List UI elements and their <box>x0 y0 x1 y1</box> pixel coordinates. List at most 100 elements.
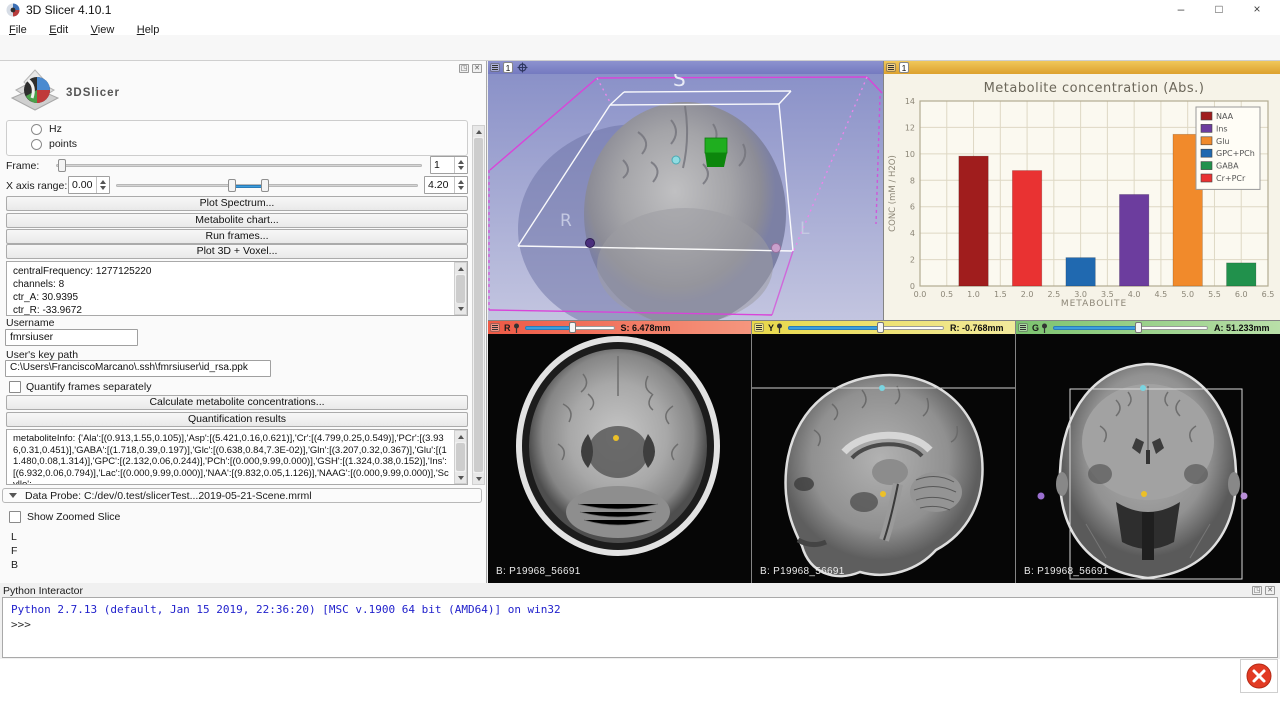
volume-label: B: P19968_56691 <box>760 566 845 577</box>
red-slice-bar: R S: 6.478mm <box>488 321 751 334</box>
orientation-label-b: B <box>11 559 18 571</box>
chart-view-canvas[interactable]: 0.00.51.01.52.02.53.03.54.04.55.05.56.06… <box>884 74 1280 320</box>
svg-text:6.0: 6.0 <box>1235 290 1248 299</box>
panel-scrollbar[interactable] <box>472 125 485 485</box>
red-slice-offset-slider[interactable] <box>525 322 615 333</box>
collapse-triangle-icon <box>9 493 17 498</box>
data-probe-label: Data Probe: C:/dev/0.test/slicerTest...2… <box>25 490 312 502</box>
yellow-slice-canvas[interactable]: B: P19968_56691 <box>752 334 1015 583</box>
svg-text:6.5: 6.5 <box>1262 290 1275 299</box>
window-titlebar: 3D Slicer 4.10.1 – □ × <box>0 0 1280 20</box>
header-info-textarea[interactable]: centralFrequency: 1277125220 channels: 8… <box>6 261 468 316</box>
x-axis-min-spinbox[interactable]: 0.00 <box>68 176 110 194</box>
view-menu-icon[interactable] <box>490 63 500 72</box>
status-area <box>0 659 1280 720</box>
minimize-button[interactable]: – <box>1162 0 1200 20</box>
close-button[interactable]: × <box>1238 0 1276 20</box>
svg-text:2: 2 <box>910 256 915 265</box>
x-axis-min-value: 0.00 <box>69 177 96 193</box>
metabolite-info-scrollbar[interactable] <box>454 430 467 484</box>
view-menu-icon[interactable] <box>490 323 500 332</box>
roi-handle <box>1241 493 1248 500</box>
error-log-button[interactable] <box>1240 659 1278 693</box>
run-frames-button[interactable]: Run frames... <box>6 229 468 244</box>
metabolite-info-textarea[interactable]: metaboliteInfo: {'Ala':[(0.913,1.55,0.10… <box>6 429 468 485</box>
radio-points[interactable] <box>31 139 42 150</box>
x-axis-range-slider[interactable] <box>116 178 418 193</box>
roi-handle <box>1038 493 1045 500</box>
close-panel-icon[interactable]: ✕ <box>472 64 482 73</box>
green-slice-offset-slider[interactable] <box>1053 322 1208 333</box>
quantify-frames-checkbox[interactable] <box>9 381 21 393</box>
fiducial-point[interactable] <box>672 156 680 164</box>
svg-text:0: 0 <box>910 282 915 291</box>
roi-handle-right[interactable] <box>772 244 781 253</box>
red-slice-offset: S: 6.478mm <box>621 323 671 333</box>
python-console[interactable]: Python 2.7.13 (default, Jan 15 2019, 22:… <box>2 597 1278 658</box>
module-panel: ◳ ✕ 3DSlicer Hz points Frame: 1 X axis r… <box>0 61 487 583</box>
orientation-label-f: F <box>11 545 17 557</box>
view-menu-icon[interactable] <box>1018 323 1028 332</box>
bar-NAA <box>959 156 988 286</box>
undock-panel-icon[interactable]: ◳ <box>459 64 469 73</box>
view-menu-icon[interactable] <box>886 63 896 72</box>
show-zoomed-slice-checkbox[interactable] <box>9 511 21 523</box>
radio-points-label: points <box>49 138 77 150</box>
radio-hz[interactable] <box>31 124 42 135</box>
green-slice-offset: A: 51.233mm <box>1214 323 1270 333</box>
slicer-logo-text: 3DSlicer <box>66 87 120 99</box>
info-scrollbar[interactable] <box>454 262 467 315</box>
app-icon <box>6 3 20 17</box>
pin-icon[interactable] <box>1041 323 1048 333</box>
keypath-input[interactable]: C:\Users\FranciscoMarcano\.ssh\fmrsiuser… <box>5 360 271 377</box>
frame-label: Frame: <box>6 160 39 172</box>
svg-text:6: 6 <box>910 203 915 212</box>
data-probe-collapsible[interactable]: Data Probe: C:/dev/0.test/slicerTest...2… <box>2 488 482 503</box>
error-close-icon <box>1246 663 1272 689</box>
undock-console-icon[interactable]: ◳ <box>1252 586 1262 595</box>
chart-view-bar: 1 <box>884 61 1280 74</box>
svg-text:10: 10 <box>905 150 915 159</box>
info-line: centralFrequency: 1277125220 <box>13 265 451 278</box>
svg-text:GPC+PCh: GPC+PCh <box>1216 149 1255 158</box>
svg-text:1.5: 1.5 <box>994 290 1007 299</box>
voxel-marker[interactable] <box>705 138 727 153</box>
view-pin-icon[interactable] <box>517 62 528 73</box>
python-banner: Python 2.7.13 (default, Jan 15 2019, 22:… <box>11 603 561 616</box>
roi-handle-left[interactable] <box>586 239 595 248</box>
info-line: channels: 8 <box>13 278 451 291</box>
green-slice-canvas[interactable]: B: P19968_56691 <box>1016 334 1280 583</box>
svg-text:4: 4 <box>910 229 915 238</box>
view-menu-icon[interactable] <box>754 323 764 332</box>
fiducial-marker <box>613 435 619 441</box>
x-axis-max-spinbox[interactable]: 4.20 <box>424 176 468 194</box>
plot-3d-voxel-button[interactable]: Plot 3D + Voxel... <box>6 244 468 259</box>
metabolite-chart-button[interactable]: Metabolite chart... <box>6 213 468 228</box>
svg-text:14: 14 <box>905 97 915 106</box>
plot-spectrum-button[interactable]: Plot Spectrum... <box>6 196 468 211</box>
svg-text:2.5: 2.5 <box>1047 290 1060 299</box>
pin-icon[interactable] <box>513 323 520 333</box>
svg-text:4.5: 4.5 <box>1155 290 1168 299</box>
pin-icon[interactable] <box>776 323 783 333</box>
axial-slice-image <box>488 334 751 583</box>
python-prompt: >>> <box>11 618 31 631</box>
close-console-icon[interactable]: ✕ <box>1265 586 1275 595</box>
threeD-view-badge: 1 <box>503 62 513 73</box>
axis-label-left: L <box>800 219 810 239</box>
username-input[interactable]: fmrsiuser <box>5 329 138 346</box>
svg-text:1.0: 1.0 <box>967 290 980 299</box>
threeD-view-canvas[interactable]: S R L <box>488 74 883 320</box>
calculate-concentrations-button[interactable]: Calculate metabolite concentrations... <box>6 395 468 410</box>
maximize-button[interactable]: □ <box>1200 0 1238 20</box>
svg-text:Ins: Ins <box>1216 124 1228 133</box>
axis-label-superior: S <box>673 74 686 91</box>
yellow-slice-offset-slider[interactable] <box>788 322 944 333</box>
red-slice-canvas[interactable]: B: P19968_56691 <box>488 334 751 583</box>
toolbar: DATA DCM SAVE Modules: PFileParser <box>0 35 1280 61</box>
fiducial-marker <box>1140 385 1146 391</box>
svg-text:5.0: 5.0 <box>1181 290 1194 299</box>
frame-slider[interactable] <box>56 158 422 173</box>
quantification-results-button[interactable]: Quantification results <box>6 412 468 427</box>
frame-spinbox[interactable]: 1 <box>430 156 468 174</box>
